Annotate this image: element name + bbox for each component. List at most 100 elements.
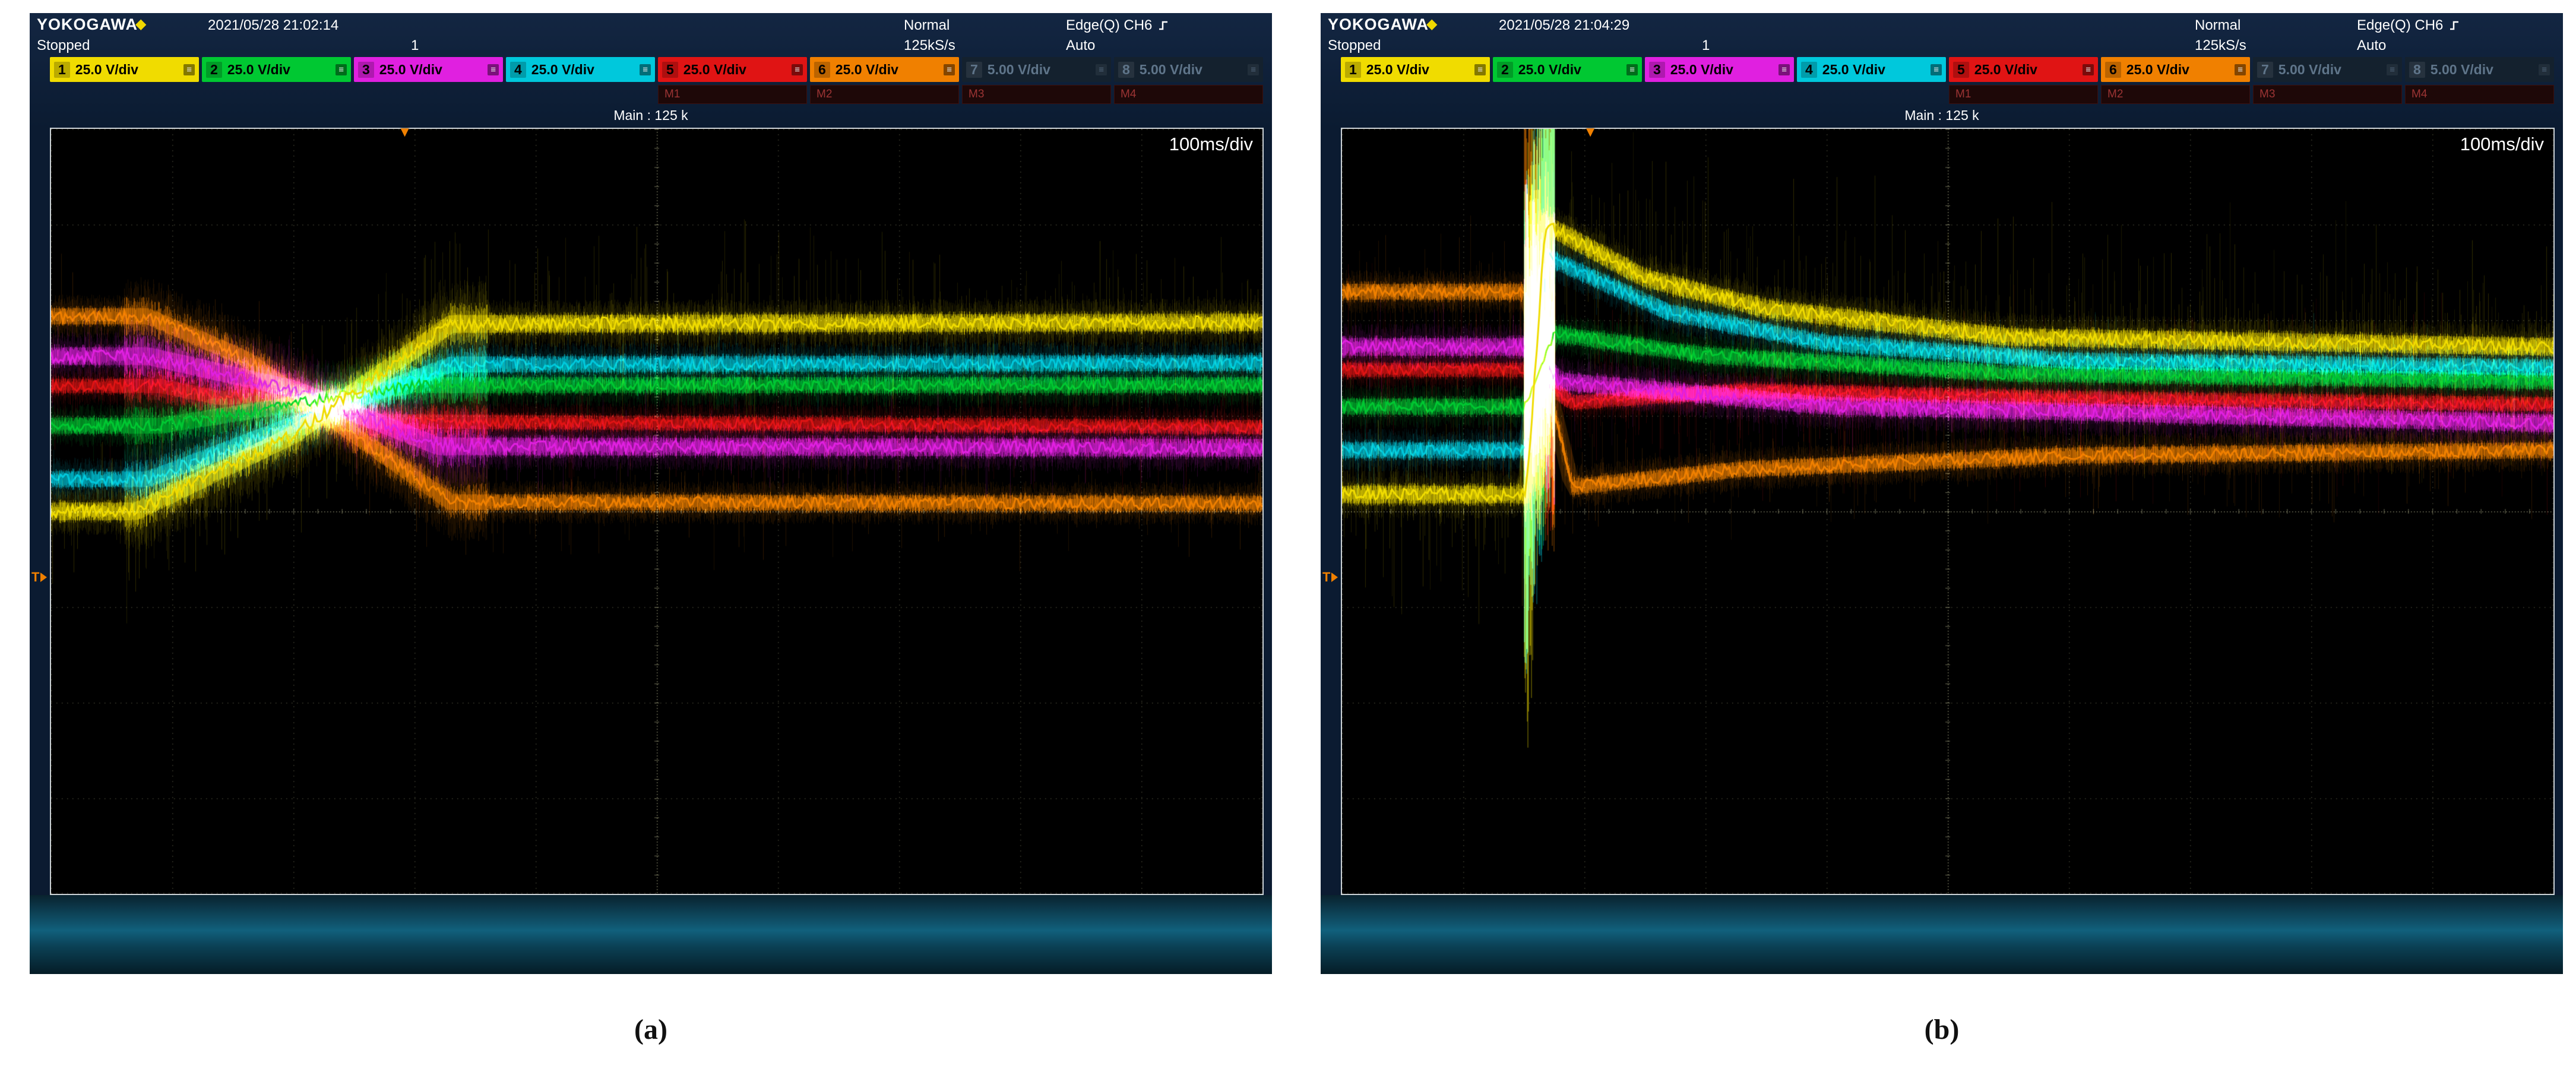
- channel-vdiv-value: 25.0 V/div: [836, 62, 898, 78]
- acquisition-indicator: 1: [411, 37, 419, 54]
- channel-number: 6: [2105, 62, 2121, 78]
- channel-number: 8: [1118, 62, 1134, 78]
- channel-vdiv-value: 25.0 V/div: [227, 62, 290, 78]
- channel-5-vdiv-badge: 525.0 V/div≡: [1949, 57, 2098, 82]
- channel-number: 4: [1801, 62, 1817, 78]
- coupling-icon: ≡: [1931, 64, 1942, 75]
- math-channel-badge: M4: [1114, 85, 1263, 104]
- scope-capture-b: YOKOGAWA ◆ 2021/05/28 21:04:29 Normal 12…: [1321, 13, 2563, 1046]
- math-channel-badge: M1: [658, 85, 807, 104]
- channel-vdiv-value: 5.00 V/div: [988, 62, 1050, 78]
- timebase-status-row: Main : 125 k: [30, 104, 1272, 128]
- coupling-icon: ≡: [792, 64, 803, 75]
- datetime-text: 2021/05/28 21:02:14: [208, 17, 338, 34]
- channel-5-vdiv-badge: 525.0 V/div≡: [658, 57, 807, 82]
- channel-3-vdiv-badge: 3 25.0 V/div ≡: [354, 57, 503, 82]
- channel-4-vdiv-badge: 4 25.0 V/div ≡: [1797, 57, 1946, 82]
- trigger-edge-icon: [1158, 20, 1169, 31]
- timebase-status-row: Main : 125 k: [1321, 104, 2563, 128]
- channel-number: 6: [814, 62, 830, 78]
- channel-number: 3: [358, 62, 374, 78]
- channel-6-vdiv-badge: 625.0 V/div≡: [2101, 57, 2250, 82]
- channel-vdiv-value: 5.00 V/div: [1140, 62, 1202, 78]
- trigger-source-label: Edge(Q) CH6: [1066, 17, 1152, 34]
- coupling-icon: ≡: [2387, 64, 2398, 75]
- channel-vdiv-value: 25.0 V/div: [379, 62, 442, 78]
- channel-vdiv-value: 25.0 V/div: [2126, 62, 2189, 78]
- waveform-canvas-a: [51, 129, 1262, 894]
- acquisition-mode-label: Normal: [2195, 17, 2240, 34]
- trigger-source-block: Edge(Q) CH6: [2357, 17, 2460, 34]
- channel-vdiv-value: 25.0 V/div: [1974, 62, 2037, 78]
- channel-2-vdiv-badge: 225.0 V/div≡: [202, 57, 351, 82]
- waveform-display-area: 100ms/div ▼ T: [50, 128, 1264, 895]
- math-channel-badge: M3: [2253, 85, 2402, 104]
- coupling-icon: ≡: [1248, 64, 1259, 75]
- coupling-icon: ≡: [488, 64, 499, 75]
- channel-vdiv-value: 25.0 V/div: [1518, 62, 1581, 78]
- brand-logo: YOKOGAWA: [37, 15, 138, 34]
- channel-number: 2: [206, 62, 222, 78]
- oscilloscope-screen-a: YOKOGAWA ◆ 2021/05/28 21:02:14 Normal 12…: [30, 13, 1272, 974]
- trigger-mode-label: Auto: [1066, 37, 1095, 54]
- channel-settings-bar: 125.0 V/div≡225.0 V/div≡325.0 V/div≡425.…: [30, 57, 1272, 82]
- math-channel-badge: M2: [2101, 85, 2250, 104]
- channel-7-vdiv-badge: 75.00 V/div≡: [962, 57, 1111, 82]
- trigger-source-block: Edge(Q) CH6: [1066, 17, 1169, 34]
- scope-capture-a: YOKOGAWA ◆ 2021/05/28 21:02:14 Normal 12…: [30, 13, 1272, 1046]
- trigger-edge-icon: [2449, 20, 2460, 31]
- channel-8-vdiv-badge: 8 5.00 V/div ≡: [1114, 57, 1263, 82]
- oscilloscope-screen-b: YOKOGAWA ◆ 2021/05/28 21:04:29 Normal 12…: [1321, 13, 2563, 974]
- channel-vdiv-value: 5.00 V/div: [2278, 62, 2341, 78]
- trigger-source-label: Edge(Q) CH6: [2357, 17, 2443, 34]
- trigger-level-icon: T: [1322, 570, 1338, 585]
- channel-vdiv-value: 5.00 V/div: [2431, 62, 2493, 78]
- subfigure-caption-a: (a): [30, 1013, 1272, 1046]
- datetime-text: 2021/05/28 21:04:29: [1499, 17, 1629, 34]
- acquisition-status: Stopped: [1328, 37, 1381, 54]
- coupling-icon: ≡: [1626, 64, 1638, 75]
- coupling-icon: ≡: [183, 64, 195, 75]
- channel-number: 2: [1497, 62, 1513, 78]
- coupling-icon: ≡: [2539, 64, 2550, 75]
- acquisition-indicator: 1: [1702, 37, 1710, 54]
- timebase-label: 100ms/div: [1169, 134, 1253, 155]
- math-channel-badge: M1: [1949, 85, 2098, 104]
- channel-3-vdiv-badge: 325.0 V/div≡: [1645, 57, 1794, 82]
- coupling-icon: ≡: [640, 64, 651, 75]
- trigger-position-icon: ▼: [398, 124, 412, 141]
- channel-number: 8: [2409, 62, 2425, 78]
- brand-diamond-icon: ◆: [1426, 15, 1437, 33]
- trigger-mode-label: Auto: [2357, 37, 2386, 54]
- channel-1-vdiv-badge: 125.0 V/div≡: [50, 57, 199, 82]
- channel-vdiv-value: 25.0 V/div: [75, 62, 138, 78]
- channel-vdiv-value: 25.0 V/div: [1670, 62, 1733, 78]
- channel-8-vdiv-badge: 8 5.00 V/div ≡: [2405, 57, 2554, 82]
- channel-number: 5: [662, 62, 678, 78]
- math-channel-badge: M4: [2405, 85, 2554, 104]
- channel-1-vdiv-badge: 125.0 V/div≡: [1341, 57, 1490, 82]
- main-record-length-label: Main : 125 k: [1904, 108, 1979, 124]
- channel-6-vdiv-badge: 625.0 V/div≡: [810, 57, 959, 82]
- subfigure-caption-b: (b): [1321, 1013, 2563, 1046]
- channel-vdiv-value: 25.0 V/div: [531, 62, 594, 78]
- scope-header: YOKOGAWA ◆ 2021/05/28 21:04:29 Normal 12…: [1321, 13, 2563, 57]
- trigger-level-icon: T: [31, 570, 47, 585]
- channel-number: 7: [966, 62, 982, 78]
- channel-settings-bar: 125.0 V/div≡225.0 V/div≡325.0 V/div≡425.…: [1321, 57, 2563, 82]
- channel-4-vdiv-badge: 425.0 V/div≡: [506, 57, 655, 82]
- waveform-canvas-b: [1342, 129, 2553, 894]
- brand-diamond-icon: ◆: [135, 15, 146, 33]
- timebase-label: 100ms/div: [2460, 134, 2544, 155]
- brand-logo: YOKOGAWA: [1328, 15, 1429, 34]
- figure-page: YOKOGAWA ◆ 2021/05/28 21:02:14 Normal 12…: [0, 0, 2576, 1075]
- channel-number: 5: [1953, 62, 1969, 78]
- coupling-icon: ≡: [1778, 64, 1790, 75]
- acquisition-mode-label: Normal: [904, 17, 950, 34]
- channel-number: 1: [1345, 62, 1361, 78]
- sample-rate-label: 125kS/s: [2195, 37, 2246, 54]
- channel-vdiv-value: 25.0 V/div: [1822, 62, 1885, 78]
- sample-rate-label: 125kS/s: [904, 37, 955, 54]
- coupling-icon: ≡: [1474, 64, 1486, 75]
- screen-footer-band: [30, 895, 1272, 974]
